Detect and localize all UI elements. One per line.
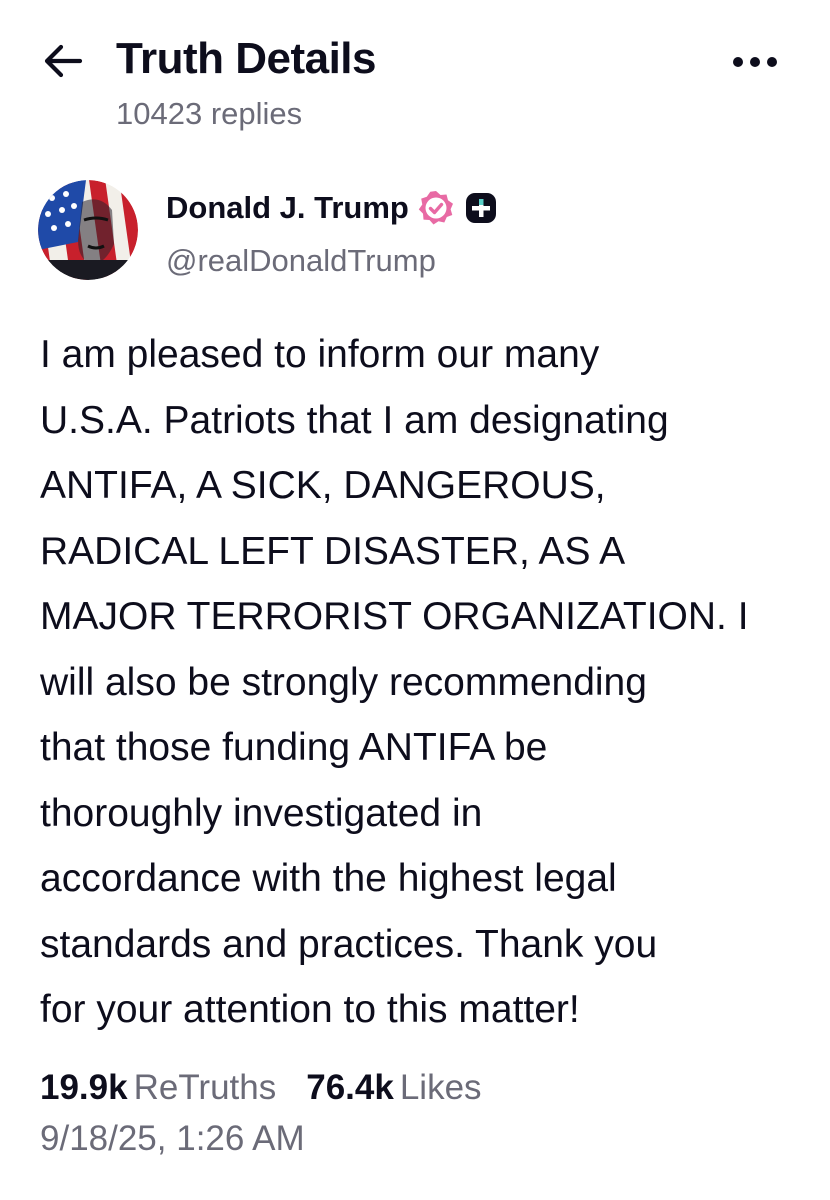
post-text-line: that those funding ANTIFA be	[40, 726, 548, 769]
post-text-line: U.S.A. Patriots that I am designating	[40, 398, 669, 442]
retruths-stat[interactable]: 19.9k ReTruths	[40, 1068, 276, 1108]
likes-stat[interactable]: 76.4k Likes	[306, 1068, 481, 1108]
author-name[interactable]: Donald J. Trump	[166, 186, 409, 230]
post-text-line: accordance with the highest legal	[40, 857, 617, 900]
plus-badge-icon	[465, 192, 497, 224]
post-text-line: thoroughly investigated in	[40, 791, 483, 835]
post-stats: 19.9k ReTruths 76.4k Likes	[40, 1064, 482, 1112]
verified-badge-icon	[417, 189, 455, 227]
page-title: Truth Details	[116, 34, 377, 83]
post-text-line: ANTIFA, A SICK, DANGEROUS,	[40, 464, 606, 507]
post-body: I am pleased to inform our many U.S.A. P…	[40, 322, 810, 1043]
avatar[interactable]	[38, 180, 138, 280]
arrow-left-icon	[43, 44, 83, 78]
author-handle[interactable]: @realDonaldTrump	[166, 240, 436, 282]
back-button[interactable]	[40, 38, 86, 84]
more-horizontal-icon	[732, 56, 778, 68]
post-text-line: will also be strongly recommending	[40, 660, 647, 704]
retruths-count: 19.9k	[40, 1068, 128, 1107]
post-timestamp: 9/18/25, 1:26 AM	[40, 1119, 305, 1158]
more-options-button[interactable]	[728, 50, 782, 74]
post-text-line: MAJOR TERRORIST ORGANIZATION. I	[40, 595, 749, 638]
author-name-row: Donald J. Trump	[166, 184, 497, 232]
post-text-line: for your attention to this matter!	[40, 988, 580, 1031]
likes-label: Likes	[399, 1068, 482, 1107]
post-text-line: standards and practices. Thank you	[40, 922, 658, 966]
retruths-label: ReTruths	[133, 1068, 277, 1107]
post-text-line: I am pleased to inform our many	[40, 333, 600, 376]
truth-details-page: Truth Details 10423 replies Donald J. Tr…	[0, 0, 830, 1200]
replies-count: 10423 replies	[116, 96, 303, 131]
post-text-line: RADICAL LEFT DISASTER, AS A	[40, 529, 626, 573]
likes-count: 76.4k	[306, 1068, 394, 1107]
